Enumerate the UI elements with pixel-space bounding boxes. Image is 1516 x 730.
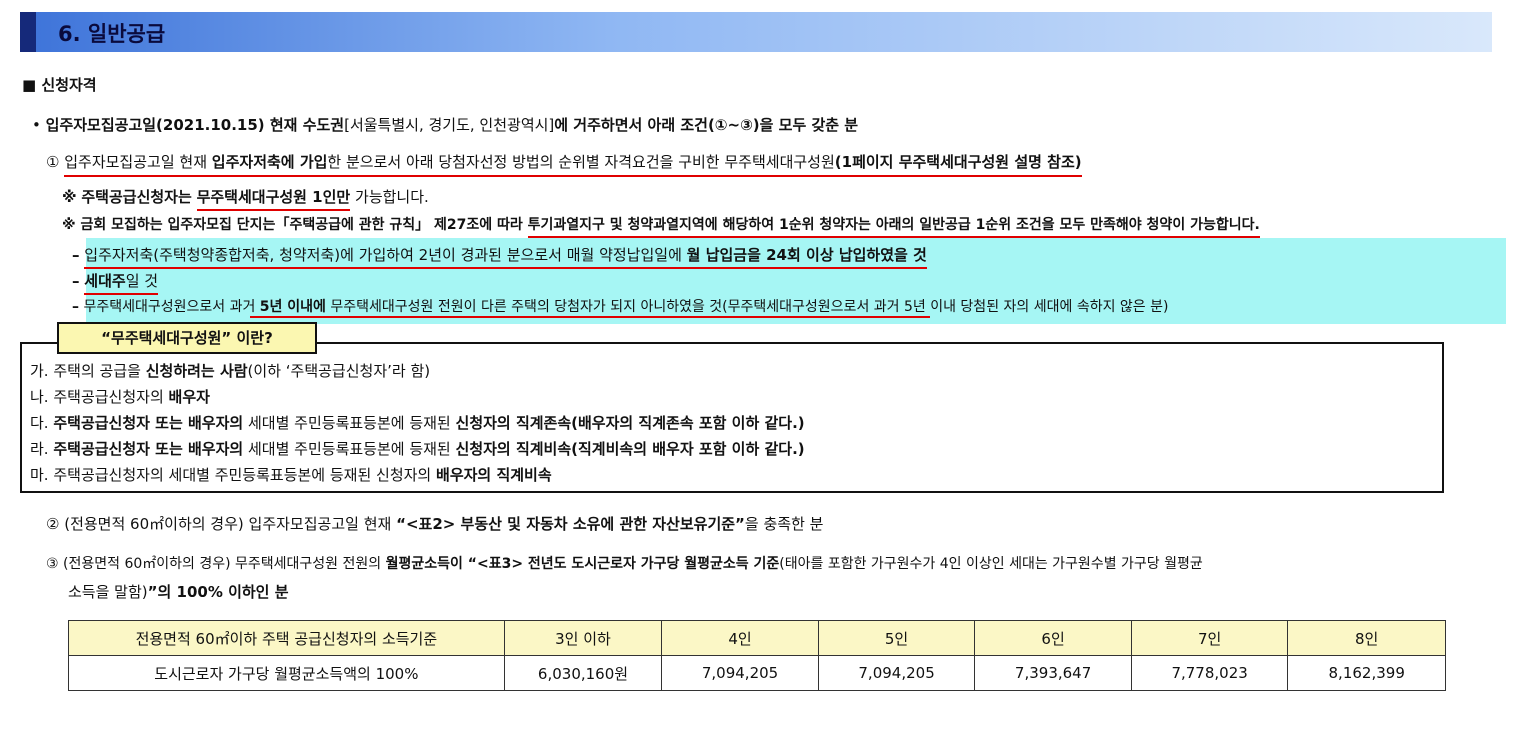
def-na-part-a: 주택공급신청자의 [53, 388, 164, 406]
income-cell: 7,778,023 [1130, 655, 1289, 691]
note1-part-c: 가능합니다. [355, 188, 429, 206]
cond1-part-a: 입주자모집공고일 현재 [64, 153, 208, 171]
cond1-part-c: 한 분으로서 아래 당첨자선정 방법의 순위별 자격요건을 구비한 무주택세대구… [327, 153, 835, 171]
cond3-part-a: (전용면적 60㎡이하의 경우) 무주택세대구성원 전원의 [63, 556, 382, 572]
note-2: ※ 금회 모집하는 입주자모집 단지는「주택공급에 관한 규칙」 제27조에 따… [62, 214, 1260, 238]
dash-item-3: – 무주택세대구성원으로서 과거 5년 이내에 무주택세대구성원 전원이 다른 … [72, 296, 1168, 316]
cond1-part-b: 입주자저축에 가입 [211, 153, 328, 171]
def-ra-part-c: 신청자의 직계비속(직계비속의 배우자 포함 이하 같다.) [455, 440, 805, 458]
income-cell: 7,094,205 [661, 655, 819, 691]
condition-3-cont: 소득을 말함)”의 100% 이하인 분 [68, 581, 289, 602]
intro-line: • 입주자모집공고일(2021.10.15) 현재 수도권[서울특별시, 경기도… [32, 114, 858, 135]
def-da-part-b: 세대별 주민등록표등본에 등재된 [248, 414, 451, 432]
note-1: ※ 주택공급신청자는 무주택세대구성원 1인만 가능합니다. [62, 186, 429, 211]
cond3-number: ③ [46, 556, 59, 572]
dash2-text: 세대주일 것 [84, 272, 159, 295]
cond3-part-c: (태아를 포함한 가구원수가 4인 이상인 세대는 가구원수별 가구당 월평균 [779, 556, 1203, 572]
cond2-part-a: (전용면적 60㎡이하의 경우) 입주자모집공고일 현재 [64, 515, 392, 533]
definition-item-ma: 마. 주택공급신청자의 세대별 주민등록표등본에 등재된 신청자의 배우자의 직… [30, 464, 552, 485]
income-table-header-row: 전용면적 60㎡이하 주택 공급신청자의 소득기준 3인 이하 4인 5인 6인… [68, 620, 1446, 656]
cond1-text: 입주자모집공고일 현재 입주자저축에 가입한 분으로서 아래 당첨자선정 방법의… [64, 153, 1082, 177]
note1-part-a: 주택공급신청자는 [81, 188, 192, 206]
income-cell: 6,030,160원 [503, 655, 663, 691]
income-cell: 도시근로자 가구당 월평균소득액의 100% [68, 655, 505, 691]
definition-item-ra: 라. 주택공급신청자 또는 배우자의 세대별 주민등록표등본에 등재된 신청자의… [30, 438, 805, 459]
cond1-part-d: (1페이지 무주택세대구성원 설명 참조) [834, 153, 1082, 171]
intro-part-b: [서울특별시, 경기도, 인천광역시] [344, 116, 555, 134]
definition-title: “무주택세대구성원” 이란? [57, 322, 317, 354]
income-header-cell: 4인 [661, 620, 819, 656]
def-ga-part-b: 신청하려는 사람 [145, 362, 248, 380]
dash3-mark: – [72, 299, 79, 315]
income-header-cell: 6인 [974, 620, 1132, 656]
dash3-underline [250, 316, 930, 318]
cond2-part-b: “<표2> 부동산 및 자동차 소유에 관한 자산보유기준” [396, 515, 745, 533]
def-da-part-a: 주택공급신청자 또는 배우자의 [53, 414, 244, 432]
def-da-part-c: 신청자의 직계존속(배우자의 직계존속 포함 이하 같다.) [455, 414, 805, 432]
income-table-row: 도시근로자 가구당 월평균소득액의 100% 6,030,160원 7,094,… [68, 655, 1446, 691]
condition-1: ① 입주자모집공고일 현재 입주자저축에 가입한 분으로서 아래 당첨자선정 방… [46, 151, 1082, 177]
def-na-part-b: 배우자 [168, 388, 210, 406]
dash3-part-a: 무주택세대구성원으로서 과거 [83, 299, 256, 315]
dash1-part-a: 입주자저축(주택청약종합저축, 청약저축)에 가입하여 2년이 경과된 분으로서… [84, 246, 682, 264]
def-ga-label: 가. [30, 362, 49, 380]
note2-mark: ※ [62, 217, 76, 233]
dash3-part-c: 무주택세대구성원 전원이 다른 주택의 당첨자가 되지 아니하였을 것(무주택세… [330, 299, 1169, 315]
cond2-number: ② [46, 515, 60, 533]
dash-item-2: – 세대주일 것 [72, 270, 159, 295]
intro-part-c: 에 거주하면서 아래 조건(①~③)을 모두 갖춘 분 [554, 116, 859, 134]
def-ga-part-a: 주택의 공급을 [53, 362, 141, 380]
qualification-heading: ■ 신청자격 [22, 76, 97, 94]
dash1-part-b: 월 납입금을 24회 이상 납입하였을 것 [686, 246, 927, 264]
income-header-cell: 3인 이하 [503, 620, 663, 656]
def-ra-part-a: 주택공급신청자 또는 배우자의 [53, 440, 244, 458]
def-na-label: 나. [30, 388, 49, 406]
income-cell: 8,162,399 [1287, 655, 1446, 691]
intro-bullet: • [32, 116, 41, 134]
def-da-label: 다. [30, 414, 49, 432]
def-ra-label: 라. [30, 440, 49, 458]
title-accent [20, 12, 36, 52]
def-ma-part-a: 주택공급신청자의 세대별 주민등록표등본에 등재된 신청자의 [53, 466, 432, 484]
definition-item-da: 다. 주택공급신청자 또는 배우자의 세대별 주민등록표등본에 등재된 신청자의… [30, 412, 805, 433]
definition-item-na: 나. 주택공급신청자의 배우자 [30, 386, 210, 407]
intro-part-a: 입주자모집공고일(2021.10.15) 현재 수도권 [45, 116, 345, 134]
dash-item-1: – 입주자저축(주택청약종합저축, 청약저축)에 가입하여 2년이 경과된 분으… [72, 244, 927, 269]
definition-item-ga: 가. 주택의 공급을 신청하려는 사람(이하 ‘주택공급신청자’라 함) [30, 360, 430, 381]
dash3-part-b: 5년 이내에 [259, 299, 326, 315]
section-title-bar [20, 12, 1492, 52]
def-ra-part-b: 세대별 주민등록표등본에 등재된 [248, 440, 451, 458]
income-header-cell: 전용면적 60㎡이하 주택 공급신청자의 소득기준 [68, 620, 505, 656]
note2-part-b: 투기과열지구 및 청약과열지역에 해당하여 1순위 청약자는 아래의 일반공급 … [527, 217, 1260, 238]
dash1-mark: – [72, 246, 80, 264]
income-table: 전용면적 60㎡이하 주택 공급신청자의 소득기준 3인 이하 4인 5인 6인… [68, 620, 1446, 691]
income-header-cell: 5인 [817, 620, 976, 656]
cond3-part-d: 소득을 말함) [68, 583, 148, 601]
def-ma-label: 마. [30, 466, 49, 484]
dash2-part-a: 세대주 [84, 272, 126, 290]
cond3-part-e: ”의 100% 이하인 분 [147, 583, 289, 601]
condition-3: ③ (전용면적 60㎡이하의 경우) 무주택세대구성원 전원의 월평균소득이 “… [46, 553, 1203, 573]
income-cell: 7,094,205 [817, 655, 976, 691]
condition-2: ② (전용면적 60㎡이하의 경우) 입주자모집공고일 현재 “<표2> 부동산… [46, 513, 823, 534]
dash2-mark: – [72, 272, 80, 290]
def-ga-part-c: (이하 ‘주택공급신청자’라 함) [247, 362, 431, 380]
dash1-text: 입주자저축(주택청약종합저축, 청약저축)에 가입하여 2년이 경과된 분으로서… [84, 246, 927, 269]
cond2-part-c: 을 충족한 분 [744, 515, 824, 533]
def-ma-part-b: 배우자의 직계비속 [436, 466, 552, 484]
cond3-part-b: 월평균소득이 “<표3> 전년도 도시근로자 가구당 월평균소득 기준 [385, 556, 780, 572]
note1-part-b: 무주택세대구성원 1인만 [196, 188, 351, 211]
income-cell: 7,393,647 [974, 655, 1132, 691]
income-header-cell: 7인 [1130, 620, 1289, 656]
dash2-part-b: 일 것 [125, 272, 159, 290]
cond1-number: ① [46, 153, 60, 171]
note2-part-a: 금회 모집하는 입주자모집 단지는「주택공급에 관한 규칙」 제27조에 따라 [80, 217, 523, 233]
income-header-cell: 8인 [1287, 620, 1446, 656]
section-title: 6. 일반공급 [58, 22, 166, 46]
note1-mark: ※ [62, 188, 77, 206]
